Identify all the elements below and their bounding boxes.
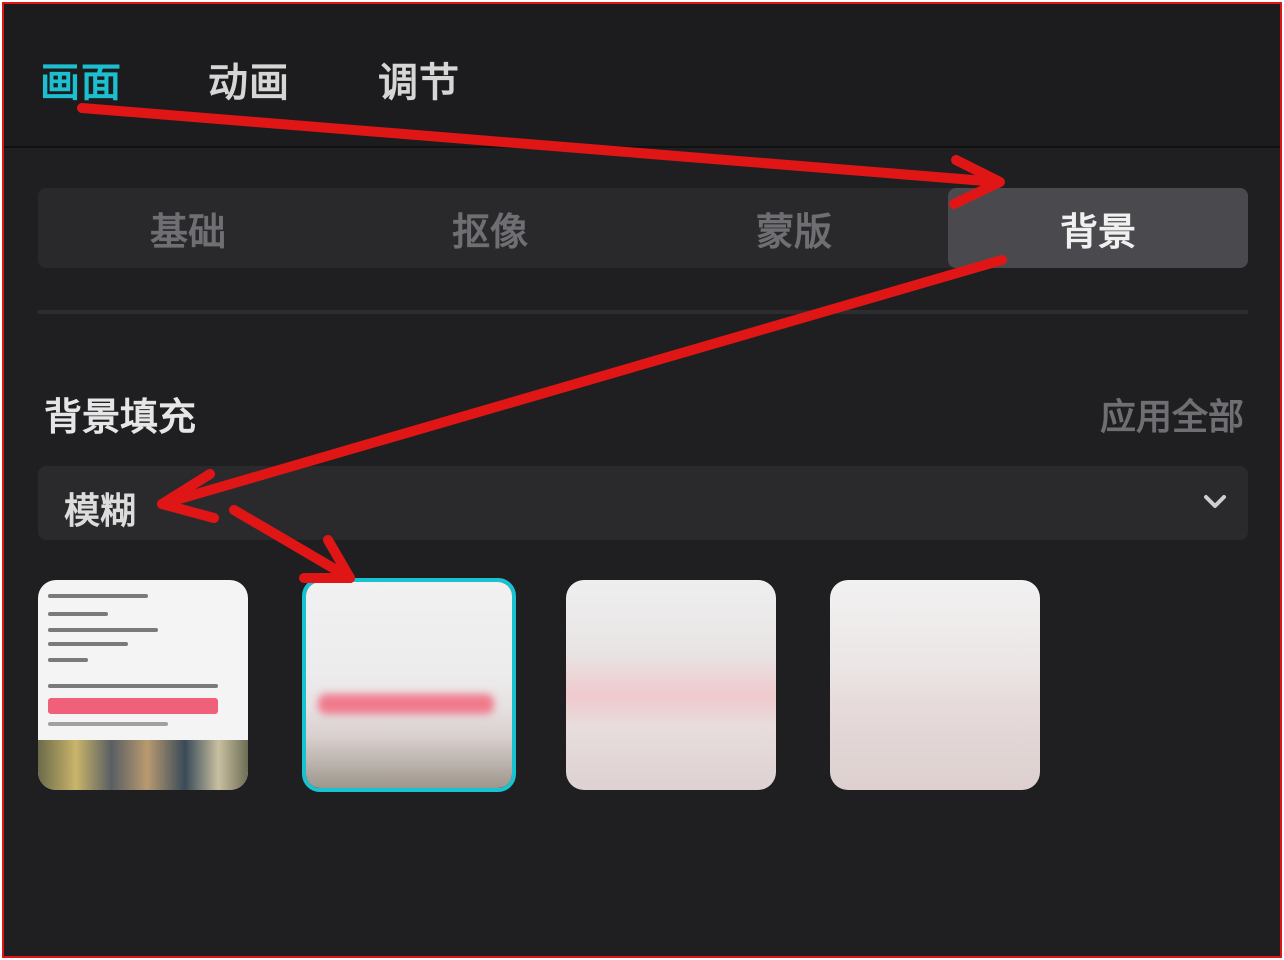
- blur-option-thumbnail-2-selected[interactable]: [302, 578, 516, 792]
- sub-tab-cutout[interactable]: 抠像: [340, 188, 640, 268]
- tab-picture[interactable]: 画面: [40, 50, 122, 108]
- sub-tab-basic[interactable]: 基础: [38, 188, 338, 268]
- blur-option-thumbnail-4[interactable]: [830, 580, 1040, 790]
- panel-frame: 画面 动画 调节 基础 抠像 蒙版 背景 背景填充 应用全部 模糊: [2, 2, 1282, 958]
- tab-adjust[interactable]: 调节: [378, 50, 460, 108]
- sub-tab-segmented-control: 基础 抠像 蒙版 背景: [38, 188, 1248, 268]
- fill-type-dropdown[interactable]: 模糊: [38, 466, 1248, 540]
- chevron-down-icon: [1204, 495, 1226, 508]
- apply-all-button[interactable]: 应用全部: [1100, 388, 1244, 440]
- sub-tab-mask[interactable]: 蒙版: [644, 188, 944, 268]
- dropdown-selected-value: 模糊: [64, 491, 137, 532]
- blur-option-thumbnail-1[interactable]: [38, 580, 248, 790]
- background-fill-title: 背景填充: [44, 395, 197, 439]
- blur-option-thumbnail-3[interactable]: [566, 580, 776, 790]
- annotation-arrowhead-3: [299, 535, 355, 583]
- tab-animation[interactable]: 动画: [208, 50, 290, 108]
- top-tab-bar: 画面 动画 调节: [4, 4, 1280, 148]
- sub-tab-background[interactable]: 背景: [948, 188, 1248, 268]
- section-divider: [38, 310, 1248, 314]
